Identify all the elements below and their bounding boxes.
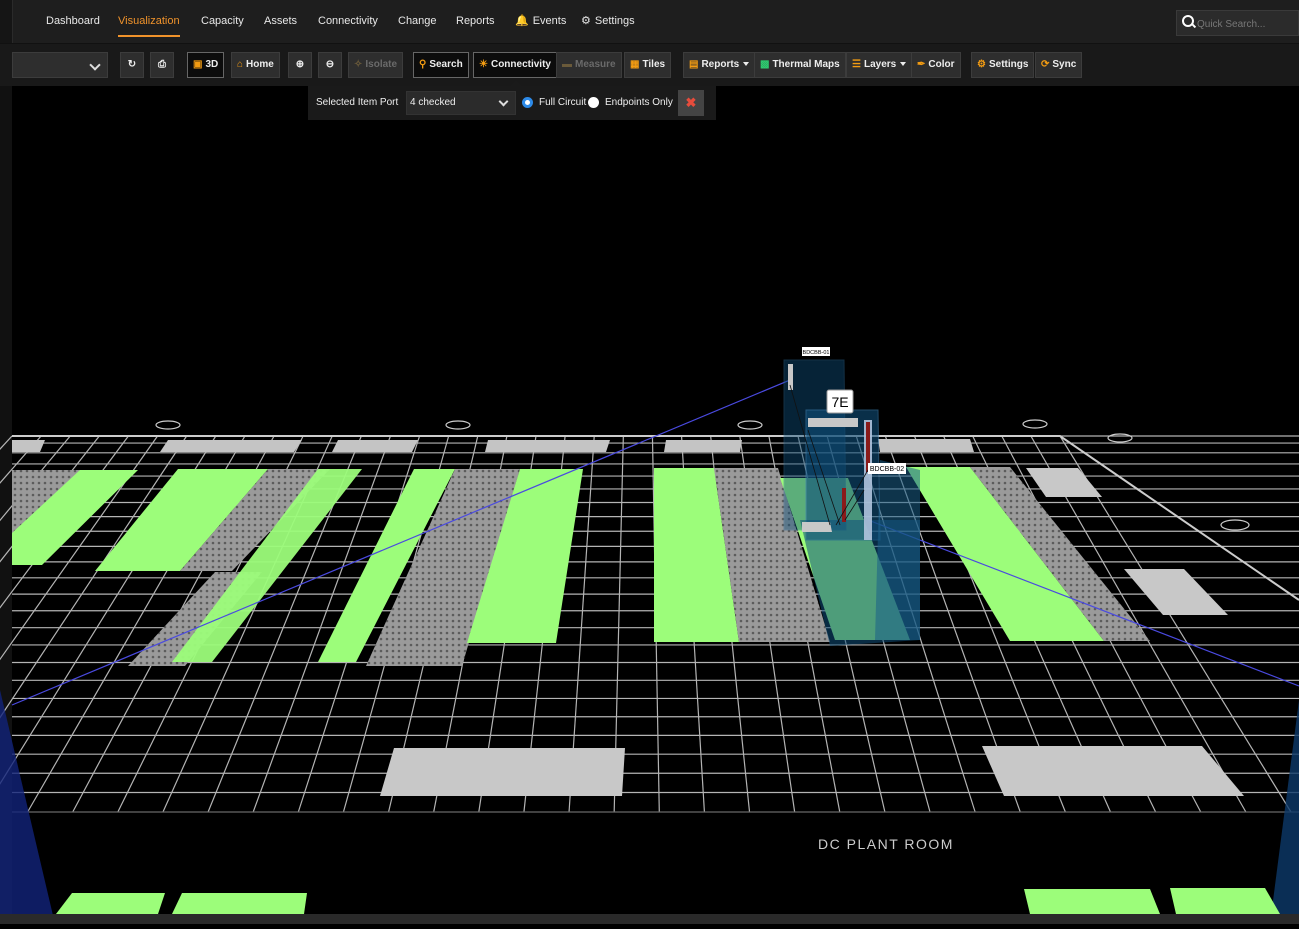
home-button[interactable]: ⌂ Home: [231, 52, 280, 78]
sync-button-label: Sync: [1052, 59, 1077, 70]
crosshair-icon: ✧: [354, 59, 363, 70]
rack-label: 7E: [831, 394, 848, 410]
sync-button[interactable]: ⟳ Sync: [1035, 52, 1083, 78]
connectivity-button-label: Connectivity: [490, 59, 551, 70]
layers-icon: ☰: [852, 59, 861, 70]
room-label: DC PLANT ROOM: [818, 836, 954, 852]
refresh-button[interactable]: ↻: [120, 52, 144, 78]
top-navigation: Dashboard Visualization Capacity Assets …: [0, 0, 1299, 44]
gear-icon: ⚙: [977, 59, 986, 70]
quick-search[interactable]: [1176, 10, 1299, 36]
tiles-button[interactable]: ▦ Tiles: [624, 52, 672, 78]
nav-capacity[interactable]: Capacity: [201, 0, 244, 43]
zoom-in-button[interactable]: ⊕: [288, 52, 312, 78]
3d-button[interactable]: ▣ 3D: [187, 52, 225, 78]
nav-visualization[interactable]: Visualization: [118, 0, 180, 43]
caret-down-icon: [900, 62, 907, 67]
nav-change[interactable]: Change: [398, 0, 437, 43]
quick-search-input[interactable]: [1195, 14, 1299, 34]
layers-button[interactable]: ☰ Layers: [846, 52, 913, 78]
search-icon: [1182, 15, 1194, 27]
search-button-label: Search: [429, 59, 463, 70]
connectivity-button[interactable]: ☀ Connectivity: [473, 52, 557, 78]
rack-7e-tag: 7E: [826, 389, 854, 414]
home-button-label: Home: [246, 59, 274, 70]
color-button[interactable]: ✒ Color: [911, 52, 961, 78]
cube-icon: ▣: [193, 59, 203, 70]
zoom-out-button[interactable]: ⊖: [318, 52, 342, 78]
reports-button[interactable]: ▤ Reports: [683, 52, 756, 78]
ruler-icon: ▬: [562, 59, 572, 70]
thermal-maps-button-label: Thermal Maps: [772, 59, 840, 70]
nav-settings-label: Settings: [594, 15, 635, 27]
nav-connectivity[interactable]: Connectivity: [318, 0, 378, 43]
home-icon: ⌂: [237, 59, 244, 70]
search-button[interactable]: ⚲ Search: [413, 52, 469, 78]
status-bar: [0, 914, 1299, 924]
measure-button-label: Measure: [575, 59, 616, 70]
gear-icon: ⚙: [581, 15, 591, 27]
brush-icon: ✒: [917, 59, 926, 70]
nav-reports[interactable]: Reports: [456, 0, 495, 43]
nav-events[interactable]: 🔔 Events: [515, 0, 566, 43]
measure-button[interactable]: ▬ Measure: [556, 52, 622, 78]
chevron-down-icon: [89, 59, 101, 71]
3d-button-label: 3D: [205, 59, 219, 70]
nav-events-label: Events: [532, 15, 567, 27]
floor-plan-scene[interactable]: BDCBB-01 7E BDCBB-02 DC PLANT ROOM: [0, 86, 1299, 924]
rack-side-tag: BDCBB-02: [868, 463, 906, 474]
nav-assets[interactable]: Assets: [264, 0, 297, 43]
rack-side-label: BDCBB-02: [870, 466, 904, 473]
layers-button-label: Layers: [863, 59, 897, 70]
document-icon: ▤: [689, 59, 699, 70]
sync-icon: ⟳: [1041, 59, 1050, 70]
settings-button[interactable]: ⚙ Settings: [971, 52, 1035, 78]
tiles-button-label: Tiles: [642, 59, 666, 70]
3d-viewport[interactable]: BDCBB-01 7E BDCBB-02 DC PLANT ROOM: [0, 86, 1299, 924]
settings-button-label: Settings: [988, 59, 1029, 70]
search-icon: ⚲: [419, 59, 427, 70]
isolate-button-label: Isolate: [365, 59, 398, 70]
thermal-icon: ▩: [760, 59, 770, 70]
isolate-button[interactable]: ✧ Isolate: [348, 52, 404, 78]
zoom-in-icon: ⊕: [295, 59, 305, 70]
view-select[interactable]: [12, 52, 108, 78]
nav-dashboard[interactable]: Dashboard: [46, 0, 100, 43]
color-button-label: Color: [928, 59, 955, 70]
print-icon: ⎙: [158, 59, 166, 70]
rack-top-label: BDCBB-01: [803, 350, 830, 356]
bottom-tiles: [56, 888, 1280, 914]
nav-edge: [0, 0, 13, 43]
rack-top-tag: BDCBB-01: [802, 347, 830, 356]
caret-down-icon: [743, 62, 750, 67]
bell-icon: 🔔: [515, 15, 529, 27]
refresh-icon: ↻: [127, 59, 137, 70]
reports-button-label: Reports: [701, 59, 740, 70]
print-button[interactable]: ⎙: [150, 52, 174, 78]
thermal-maps-button[interactable]: ▩ Thermal Maps: [754, 52, 846, 78]
sun-icon: ☀: [479, 59, 488, 70]
nav-settings[interactable]: ⚙ Settings: [581, 0, 635, 43]
zoom-out-icon: ⊖: [325, 59, 335, 70]
grid-icon: ▦: [630, 59, 640, 70]
